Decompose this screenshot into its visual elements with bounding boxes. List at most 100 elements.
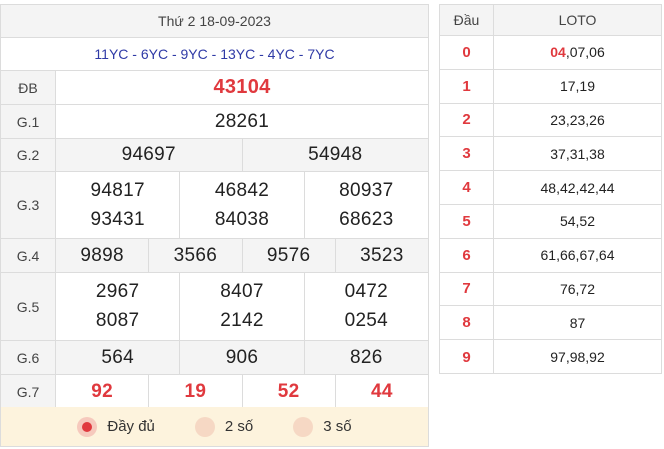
loto-value-list: 61,66,67,64 xyxy=(540,247,615,264)
prize-number: 28261 xyxy=(214,110,270,132)
loto-value-list: 54,52 xyxy=(559,213,596,230)
loto-values: 87 xyxy=(494,306,661,339)
loto-value-list: 17,19 xyxy=(559,78,596,95)
loto-values: 61,66,67,64 xyxy=(494,239,661,272)
codes-row: 11YC - 6YC - 9YC - 13YC - 4YC - 7YC xyxy=(1,38,428,71)
loto-row: 9 97,98,92 xyxy=(440,340,661,374)
prize-column: 46842 84038 xyxy=(179,172,303,238)
prize-label: G.1 xyxy=(1,105,55,138)
prize-label: G.7 xyxy=(1,375,55,408)
loto-value-list: 76,72 xyxy=(559,280,596,297)
prize-number: 52 xyxy=(241,375,335,408)
loto-values: 48,42,42,44 xyxy=(494,171,661,204)
prize-label: G.4 xyxy=(1,239,55,272)
prize-number: 54948 xyxy=(241,139,429,171)
prize-number: 92 xyxy=(55,375,148,408)
prize-row-g3: G.3 94817 93431 46842 84038 80937 68623 xyxy=(1,172,428,239)
prize-number: 906 xyxy=(179,341,303,374)
loto-head-digit: 3 xyxy=(440,137,494,171)
prize-codes: 11YC - 6YC - 9YC - 13YC - 4YC - 7YC xyxy=(94,46,335,62)
prize-number: 564 xyxy=(55,341,179,374)
loto-values: 97,98,92 xyxy=(494,340,661,374)
prize-number: 84038 xyxy=(214,208,270,230)
loto-row: 5 54,52 xyxy=(440,205,661,239)
prize-number: 94697 xyxy=(55,139,242,171)
loto-head-digit: 1 xyxy=(440,69,494,103)
prize-number: 0472 xyxy=(344,280,389,302)
prize-cells: 28261 xyxy=(55,105,428,138)
loto-row: 0 04,07,06 xyxy=(440,36,661,70)
prize-number: 9898 xyxy=(55,239,148,272)
prize-column: 94817 93431 xyxy=(55,172,179,238)
loto-row: 1 17,19 xyxy=(440,69,661,104)
draw-date: Thứ 2 18-09-2023 xyxy=(158,13,271,29)
prize-column: 80937 68623 xyxy=(303,172,428,238)
prize-number: 94817 xyxy=(90,179,145,201)
loto-values: 23,23,26 xyxy=(494,104,661,137)
loto-value-list: 97,98,92 xyxy=(550,349,605,366)
loto-head-digit: 6 xyxy=(440,238,494,272)
date-header: Thứ 2 18-09-2023 xyxy=(1,5,428,38)
display-options: Đầy đủ 2 số 3 số xyxy=(1,407,428,446)
prize-column: 0472 0254 xyxy=(303,273,428,340)
loto-row: 7 76,72 xyxy=(440,272,661,307)
loto-head-digit: 4 xyxy=(440,171,494,204)
prize-row-db: ĐB 43104 xyxy=(1,71,428,105)
special-prize-number: 43104 xyxy=(213,76,271,98)
prize-number: 8407 xyxy=(220,280,264,302)
prize-row-g2: G.2 94697 54948 xyxy=(1,139,428,172)
loto-head-digit: 0 xyxy=(440,36,494,69)
prize-number: 46842 xyxy=(214,179,270,201)
prize-cells: 43104 xyxy=(55,71,428,104)
loto-table: Đầu LOTO 0 04,07,06 1 17,19 2 23,23,26 3 37,31,… xyxy=(439,4,662,374)
prize-number: 3523 xyxy=(334,239,428,272)
results-table: Thứ 2 18-09-2023 11YC - 6YC - 9YC - 13YC… xyxy=(0,4,429,447)
prize-number: 68623 xyxy=(339,208,394,230)
prize-number: 9576 xyxy=(241,239,335,272)
loto-header: Đầu LOTO xyxy=(440,5,661,36)
loto-row: 2 23,23,26 xyxy=(440,103,661,138)
prize-number: 93431 xyxy=(90,208,145,230)
option-label: 3 số xyxy=(323,418,352,435)
loto-value-list: 37,31,38 xyxy=(550,145,605,162)
prize-number: 80937 xyxy=(339,179,394,201)
option-2-digits[interactable]: 2 số xyxy=(194,416,253,437)
radio-icon[interactable] xyxy=(194,416,215,437)
column-header-dau: Đầu xyxy=(440,5,494,35)
prize-row-g1: G.1 28261 xyxy=(1,105,428,139)
loto-row: 8 87 xyxy=(440,306,661,341)
option-full[interactable]: Đầy đủ xyxy=(77,416,155,437)
loto-head-digit: 7 xyxy=(440,272,494,306)
loto-head-digit: 5 xyxy=(440,205,494,238)
prize-label: G.3 xyxy=(1,172,55,238)
loto-row: 6 61,66,67,64 xyxy=(440,238,661,273)
prize-number: 3566 xyxy=(148,239,241,272)
prize-row-g4: G.4 9898 3566 9576 3523 xyxy=(1,239,428,273)
option-3-digits[interactable]: 3 số xyxy=(293,416,352,437)
loto-value-list: 87 xyxy=(569,314,586,331)
prize-number: 8087 xyxy=(95,310,140,332)
prize-row-g5: G.5 2967 8087 8407 2142 0472 0254 xyxy=(1,273,428,341)
radio-icon[interactable] xyxy=(293,416,314,437)
option-label: Đầy đủ xyxy=(107,418,155,435)
prize-number: 19 xyxy=(148,375,241,408)
loto-row: 3 37,31,38 xyxy=(440,137,661,172)
loto-values: 54,52 xyxy=(494,205,661,238)
prize-number: 0254 xyxy=(344,310,389,332)
prize-label: ĐB xyxy=(1,71,55,104)
loto-values: 17,19 xyxy=(494,70,661,103)
loto-values: 76,72 xyxy=(494,273,661,306)
prize-label: G.5 xyxy=(1,273,55,340)
loto-head-digit: 2 xyxy=(440,103,494,137)
prize-label: G.6 xyxy=(1,341,55,374)
prize-number: 2142 xyxy=(220,310,264,332)
loto-special-value: 04 xyxy=(550,44,566,61)
radio-selected-icon[interactable] xyxy=(77,416,98,437)
prize-number: 2967 xyxy=(95,280,140,302)
loto-value-list: 23,23,26 xyxy=(550,111,605,128)
prize-row-g6: G.6 564 906 826 xyxy=(1,341,428,375)
loto-row: 4 48,42,42,44 xyxy=(440,171,661,205)
prize-label: G.2 xyxy=(1,139,55,171)
loto-head-digit: 8 xyxy=(440,306,494,340)
prize-column: 8407 2142 xyxy=(179,273,303,340)
